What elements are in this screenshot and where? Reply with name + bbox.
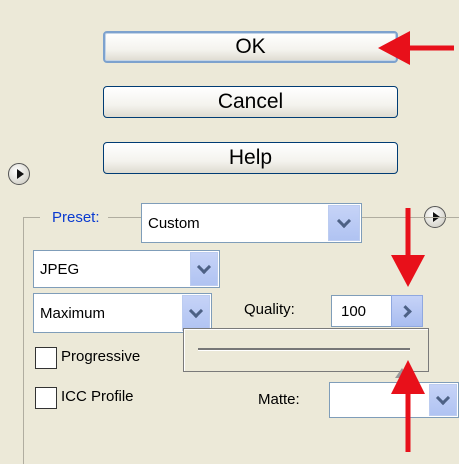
progressive-checkbox[interactable] (35, 347, 57, 369)
quality-label: Quality: (244, 301, 295, 318)
dropdown-chevron-icon[interactable] (328, 205, 360, 241)
dropdown-chevron-icon[interactable] (182, 295, 210, 331)
save-for-web-panel: OK Cancel Help Preset: Custom JPEG Maxim… (0, 0, 459, 464)
preset-select[interactable]: Custom (141, 203, 362, 243)
quality-slider-popup (183, 328, 429, 378)
file-format-select[interactable]: JPEG (33, 250, 220, 288)
compression-quality-value: Maximum (40, 304, 106, 322)
matte-label: Matte: (258, 391, 300, 408)
icc-profile-checkbox[interactable] (35, 387, 57, 409)
dropdown-chevron-icon[interactable] (190, 252, 218, 286)
file-format-value: JPEG (40, 260, 80, 278)
preset-value: Custom (148, 214, 200, 232)
ok-button[interactable]: OK (103, 31, 398, 63)
slider-thumb-icon[interactable] (394, 368, 409, 378)
matte-select[interactable] (329, 382, 459, 418)
icc-profile-label: ICC Profile (61, 388, 134, 405)
help-button[interactable]: Help (103, 142, 398, 174)
dropdown-chevron-icon[interactable] (429, 384, 457, 416)
progressive-label: Progressive (61, 348, 141, 365)
group-divider (360, 217, 422, 218)
quality-slider-track[interactable] (198, 348, 410, 378)
preset-label: Preset: (40, 208, 108, 228)
chevron-right-icon[interactable] (391, 295, 423, 327)
menu-arrow-icon[interactable] (8, 163, 30, 185)
compression-quality-select[interactable]: Maximum (33, 293, 212, 333)
cancel-button[interactable]: Cancel (103, 86, 398, 118)
